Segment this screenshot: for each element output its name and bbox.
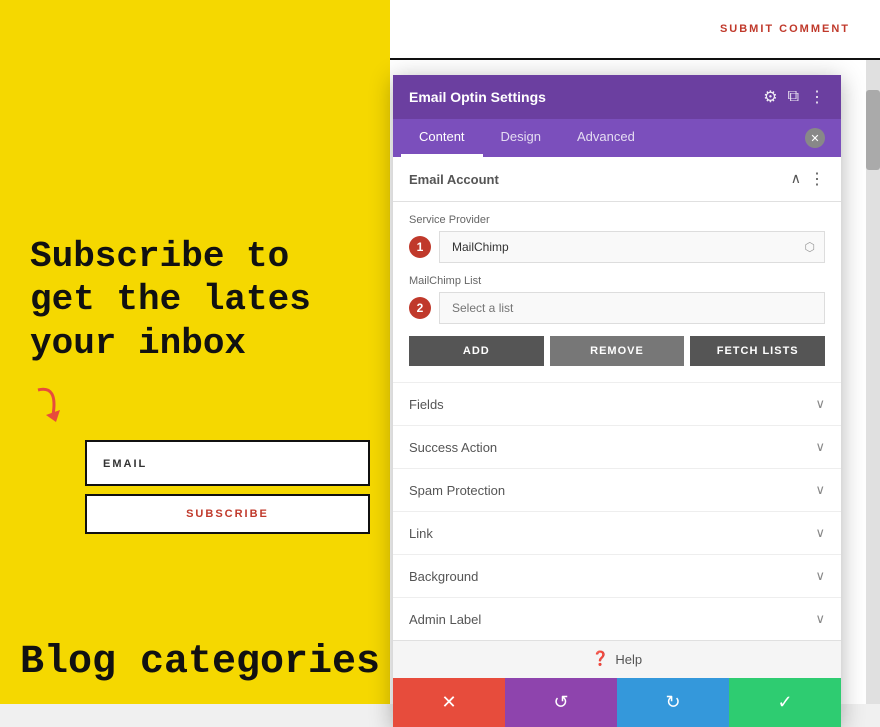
submit-comment-area: SUBMIT COMMENT [390, 0, 880, 60]
tab-advanced[interactable]: Advanced [559, 119, 653, 157]
tab-content[interactable]: Content [401, 119, 483, 157]
success-action-label: Success Action [409, 440, 497, 455]
email-label: EMAIL [103, 458, 147, 470]
modal-title: Email Optin Settings [409, 89, 546, 105]
modal-header: Email Optin Settings ⚙ ⧉ ⋮ [393, 75, 841, 119]
add-button[interactable]: ADD [409, 336, 544, 366]
modal-header-icons: ⚙ ⧉ ⋮ [763, 87, 825, 107]
cancel-icon: ✕ [441, 692, 456, 713]
background-section[interactable]: Background ∨ [393, 554, 841, 597]
mailchimp-list-field: MailChimp List 2 [409, 275, 825, 324]
spam-protection-label: Spam Protection [409, 483, 505, 498]
blog-categories-section: Blog categories [0, 620, 390, 704]
service-provider-field: Service Provider 1 MailChimp ⬡ [409, 214, 825, 263]
link-section[interactable]: Link ∨ [393, 511, 841, 554]
link-chevron-icon: ∨ [815, 525, 825, 541]
email-optin-settings-modal: Email Optin Settings ⚙ ⧉ ⋮ Content Desig… [393, 75, 841, 727]
section-collapse-icon[interactable]: ∧ [791, 171, 801, 188]
help-icon: ❓ [592, 651, 609, 668]
modal-action-bar: ✕ ↺ ↻ ✓ [393, 678, 841, 727]
scrollbar-thumb[interactable] [866, 90, 880, 170]
subscribe-text: Subscribe toget the latesyour inbox [30, 235, 360, 365]
success-action-section[interactable]: Success Action ∨ [393, 425, 841, 468]
modal-close-button[interactable]: ✕ [805, 128, 825, 148]
section-header-icons: ∧ ⋮ [791, 169, 825, 189]
background-label: Background [409, 569, 478, 584]
fetch-lists-button[interactable]: FETCH LISTS [690, 336, 825, 366]
account-action-buttons: ADD REMOVE FETCH LISTS [409, 336, 825, 366]
modal-body: Email Account ∧ ⋮ Service Provider 1 Mai… [393, 157, 841, 727]
fields-section[interactable]: Fields ∨ [393, 382, 841, 425]
mailchimp-list-input[interactable] [439, 292, 825, 324]
service-provider-select[interactable]: MailChimp [439, 231, 825, 263]
subscribe-button[interactable]: SUBSCRIBE [85, 494, 370, 534]
redo-button[interactable]: ↻ [617, 678, 729, 727]
undo-button[interactable]: ↺ [505, 678, 617, 727]
fields-label: Fields [409, 397, 444, 412]
redo-icon: ↻ [665, 692, 680, 713]
blog-categories-text: Blog categories [20, 640, 380, 685]
undo-icon: ↺ [553, 692, 568, 713]
scrollbar-track [866, 60, 880, 704]
help-text: Help [615, 652, 642, 667]
mailchimp-list-label: MailChimp List [409, 275, 825, 287]
success-action-chevron-icon: ∨ [815, 439, 825, 455]
badge-1: 1 [409, 236, 431, 258]
confirm-button[interactable]: ✓ [729, 678, 841, 727]
tab-design[interactable]: Design [483, 119, 559, 157]
subscription-form: EMAIL SUBSCRIBE [85, 440, 370, 534]
email-account-section-header: Email Account ∧ ⋮ [393, 157, 841, 202]
spam-protection-chevron-icon: ∨ [815, 482, 825, 498]
modal-footer: ❓ Help [393, 640, 841, 678]
red-arrow-icon [28, 380, 98, 435]
modal-tabs: Content Design Advanced ✕ [393, 119, 841, 157]
email-input-wrapper: EMAIL [85, 440, 370, 486]
mailchimp-list-select-wrapper: 2 [409, 292, 825, 324]
modal-form: Service Provider 1 MailChimp ⬡ MailChimp… [393, 202, 841, 382]
submit-comment-button[interactable]: SUBMIT COMMENT [720, 23, 850, 35]
link-label: Link [409, 526, 433, 541]
expand-icon[interactable]: ⧉ [788, 88, 799, 106]
remove-button[interactable]: REMOVE [550, 336, 685, 366]
settings-icon[interactable]: ⚙ [763, 87, 777, 107]
tab-close-area: ✕ [805, 119, 833, 157]
badge-2: 2 [409, 297, 431, 319]
service-provider-label: Service Provider [409, 214, 825, 226]
fields-chevron-icon: ∨ [815, 396, 825, 412]
admin-label-label: Admin Label [409, 612, 481, 627]
spam-protection-section[interactable]: Spam Protection ∨ [393, 468, 841, 511]
admin-label-section[interactable]: Admin Label ∨ [393, 597, 841, 640]
background-chevron-icon: ∨ [815, 568, 825, 584]
confirm-icon: ✓ [777, 692, 792, 713]
cancel-button[interactable]: ✕ [393, 678, 505, 727]
admin-label-chevron-icon: ∨ [815, 611, 825, 627]
service-provider-select-wrapper: 1 MailChimp ⬡ [409, 231, 825, 263]
more-options-icon[interactable]: ⋮ [809, 87, 825, 107]
email-account-title: Email Account [409, 172, 499, 187]
section-options-icon[interactable]: ⋮ [809, 169, 825, 189]
